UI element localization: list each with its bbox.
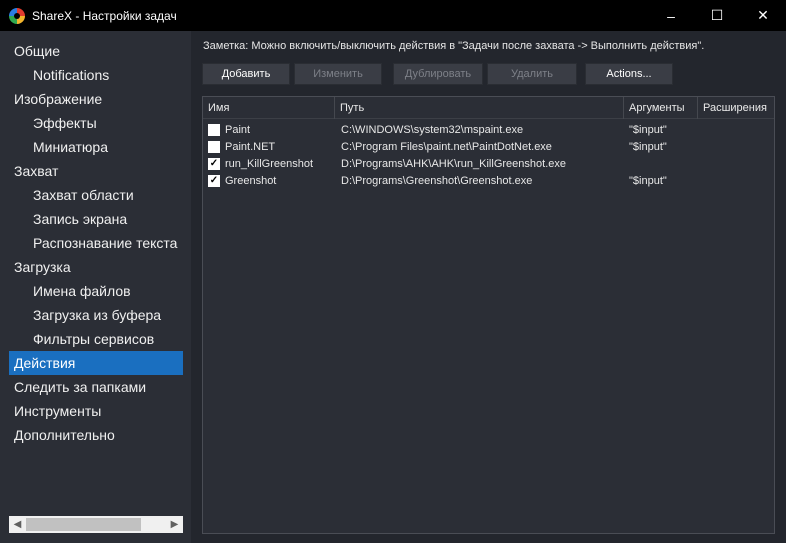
action-arguments: "$input" bbox=[629, 175, 667, 187]
close-button[interactable]: ✕ bbox=[740, 0, 786, 31]
action-path: C:\WINDOWS\system32\mspaint.exe bbox=[341, 124, 524, 136]
action-name: Paint.NET bbox=[225, 141, 276, 153]
list-item[interactable]: Paint.NET C:\Program Files\paint.net\Pai… bbox=[203, 139, 774, 156]
column-header-path[interactable]: Путь bbox=[335, 97, 624, 119]
column-header-arguments[interactable]: Аргументы bbox=[624, 97, 698, 119]
nav-item-effects[interactable]: Эффекты bbox=[9, 111, 183, 135]
nav-item-region-capture[interactable]: Захват области bbox=[9, 183, 183, 207]
enable-checkbox-checked[interactable]: ✓ bbox=[208, 158, 220, 170]
actions-list[interactable]: Имя Путь Аргументы Расширения Paint C:\W… bbox=[202, 96, 775, 534]
nav-item-uploader-filters[interactable]: Фильтры сервисов bbox=[9, 327, 183, 351]
action-path: C:\Program Files\paint.net\PaintDotNet.e… bbox=[341, 141, 552, 153]
nav-item-advanced[interactable]: Дополнительно bbox=[9, 423, 183, 447]
enable-checkbox[interactable] bbox=[208, 124, 220, 136]
settings-navigation-tree: Общие Notifications Изображение Эффекты … bbox=[0, 31, 191, 543]
nav-item-capture[interactable]: Захват bbox=[9, 159, 183, 183]
edit-button[interactable]: Изменить bbox=[294, 63, 382, 85]
duplicate-button[interactable]: Дублировать bbox=[393, 63, 483, 85]
nav-item-thumbnail[interactable]: Миниатюра bbox=[9, 135, 183, 159]
column-header-extensions[interactable]: Расширения bbox=[698, 97, 774, 119]
action-name: Greenshot bbox=[225, 175, 277, 187]
nav-item-file-naming[interactable]: Имена файлов bbox=[9, 279, 183, 303]
scroll-right-arrow-icon[interactable]: ▶ bbox=[166, 516, 183, 533]
action-path: D:\Programs\AHK\AHK\run_KillGreenshot.ex… bbox=[341, 158, 566, 170]
actions-menu-button[interactable]: Actions... bbox=[585, 63, 673, 85]
nav-item-actions[interactable]: Действия bbox=[9, 351, 183, 375]
enable-checkbox[interactable] bbox=[208, 141, 220, 153]
window-title: ShareX - Настройки задач bbox=[32, 8, 177, 23]
list-item[interactable]: ✓ run_KillGreenshot D:\Programs\AHK\AHK\… bbox=[203, 156, 774, 173]
nav-item-screen-recording[interactable]: Запись экрана bbox=[9, 207, 183, 231]
nav-item-upload[interactable]: Загрузка bbox=[9, 255, 183, 279]
actions-panel: Заметка: Можно включить/выключить действ… bbox=[191, 31, 786, 543]
nav-item-general[interactable]: Общие bbox=[9, 39, 183, 63]
column-header-name[interactable]: Имя bbox=[203, 97, 335, 119]
scroll-left-arrow-icon[interactable]: ◀ bbox=[9, 516, 26, 533]
nav-item-image[interactable]: Изображение bbox=[9, 87, 183, 111]
action-name: Paint bbox=[225, 124, 251, 136]
nav-item-ocr[interactable]: Распознавание текста bbox=[9, 231, 183, 255]
list-item[interactable]: ✓ Greenshot D:\Programs\Greenshot\Greens… bbox=[203, 173, 774, 190]
nav-item-watch-folders[interactable]: Следить за папками bbox=[9, 375, 183, 399]
sidebar-horizontal-scrollbar[interactable]: ◀ ▶ bbox=[9, 516, 183, 533]
window-controls: – ☐ ✕ bbox=[648, 0, 786, 31]
maximize-button[interactable]: ☐ bbox=[694, 0, 740, 31]
add-button[interactable]: Добавить bbox=[202, 63, 290, 85]
nav-item-tools[interactable]: Инструменты bbox=[9, 399, 183, 423]
list-item[interactable]: Paint C:\WINDOWS\system32\mspaint.exe "$… bbox=[203, 122, 774, 139]
action-name: run_KillGreenshot bbox=[225, 158, 314, 170]
delete-button[interactable]: Удалить bbox=[487, 63, 577, 85]
title-bar: ShareX - Настройки задач – ☐ ✕ bbox=[0, 0, 786, 31]
nav-item-notifications[interactable]: Notifications bbox=[9, 63, 183, 87]
action-arguments: "$input" bbox=[629, 124, 667, 136]
list-header: Имя Путь Аргументы Расширения bbox=[203, 97, 774, 119]
action-path: D:\Programs\Greenshot\Greenshot.exe bbox=[341, 175, 533, 187]
scrollbar-thumb[interactable] bbox=[26, 518, 141, 531]
action-arguments: "$input" bbox=[629, 141, 667, 153]
nav-item-clipboard-upload[interactable]: Загрузка из буфера bbox=[9, 303, 183, 327]
minimize-button[interactable]: – bbox=[648, 0, 694, 31]
note-text: Заметка: Можно включить/выключить действ… bbox=[203, 40, 705, 52]
sharex-logo-icon bbox=[9, 7, 25, 24]
enable-checkbox-checked[interactable]: ✓ bbox=[208, 175, 220, 187]
